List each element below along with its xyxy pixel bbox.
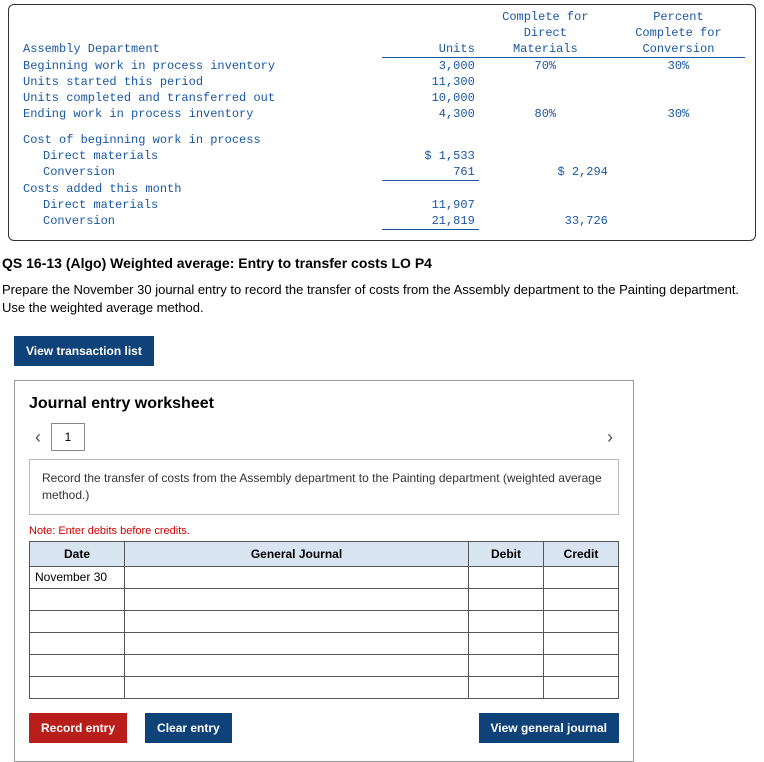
credit-cell[interactable] [544, 610, 619, 632]
table-row: Direct materials $ 1,533 [19, 148, 745, 164]
date-cell[interactable] [30, 676, 125, 698]
col-account: General Journal [125, 541, 469, 566]
account-cell[interactable] [125, 654, 469, 676]
journal-table: Date General Journal Debit Credit Novemb… [29, 541, 619, 699]
hdr-dm-l2: Direct [479, 25, 612, 41]
table-row: Units started this period 11,300 [19, 74, 745, 90]
journal-row [30, 588, 619, 610]
credit-cell[interactable] [544, 654, 619, 676]
assembly-table: Complete for Percent Direct Complete for… [19, 9, 745, 230]
credit-cell[interactable] [544, 566, 619, 588]
table-row: Ending work in process inventory 4,300 8… [19, 106, 745, 122]
section1-title: Assembly Department [19, 41, 382, 58]
account-cell[interactable] [125, 610, 469, 632]
journal-worksheet: Journal entry worksheet ‹ 1 › Record the… [14, 380, 634, 762]
col-credit: Credit [544, 541, 619, 566]
account-cell[interactable] [125, 632, 469, 654]
account-cell[interactable] [125, 588, 469, 610]
section3-title: Costs added this month [19, 181, 382, 197]
account-cell[interactable] [125, 566, 469, 588]
credit-cell[interactable] [544, 632, 619, 654]
view-general-journal-button[interactable]: View general journal [479, 713, 619, 743]
hdr-units: Units [382, 41, 479, 58]
assembly-data-box: Complete for Percent Direct Complete for… [8, 4, 756, 241]
clear-entry-button[interactable]: Clear entry [145, 713, 232, 743]
debits-note: Note: Enter debits before credits. [29, 525, 619, 537]
chevron-left-icon[interactable]: ‹ [29, 427, 47, 448]
credit-cell[interactable] [544, 676, 619, 698]
table-row: Direct materials 11,907 [19, 197, 745, 213]
journal-row: November 30 [30, 566, 619, 588]
account-cell[interactable] [125, 676, 469, 698]
record-entry-button[interactable]: Record entry [29, 713, 127, 743]
journal-row [30, 654, 619, 676]
table-row: Conversion 21,819 33,726 [19, 213, 745, 230]
debit-cell[interactable] [469, 610, 544, 632]
table-row: Conversion 761 $ 2,294 [19, 164, 745, 181]
worksheet-title: Journal entry worksheet [29, 395, 619, 413]
question-title: QS 16-13 (Algo) Weighted average: Entry … [2, 255, 764, 271]
date-cell[interactable]: November 30 [30, 566, 125, 588]
table-row: Units completed and transferred out 10,0… [19, 90, 745, 106]
hdr-dm-l1: Complete for [479, 9, 612, 25]
tab-1[interactable]: 1 [51, 423, 85, 451]
view-transaction-list-button[interactable]: View transaction list [14, 336, 154, 366]
section2-title: Cost of beginning work in process [19, 132, 382, 148]
col-date: Date [30, 541, 125, 566]
debit-cell[interactable] [469, 632, 544, 654]
journal-row [30, 632, 619, 654]
debit-cell[interactable] [469, 588, 544, 610]
question-instructions: Prepare the November 30 journal entry to… [2, 281, 762, 319]
hdr-dm-l3: Materials [479, 41, 612, 58]
journal-row [30, 610, 619, 632]
date-cell[interactable] [30, 654, 125, 676]
debit-cell[interactable] [469, 654, 544, 676]
date-cell[interactable] [30, 588, 125, 610]
debit-cell[interactable] [469, 566, 544, 588]
chevron-right-icon[interactable]: › [601, 427, 619, 448]
col-debit: Debit [469, 541, 544, 566]
hdr-cv-l2: Complete for [612, 25, 745, 41]
journal-row [30, 676, 619, 698]
debit-cell[interactable] [469, 676, 544, 698]
hdr-cv-l1: Percent [612, 9, 745, 25]
date-cell[interactable] [30, 632, 125, 654]
entry-description: Record the transfer of costs from the As… [29, 459, 619, 515]
credit-cell[interactable] [544, 588, 619, 610]
table-row: Beginning work in process inventory 3,00… [19, 58, 745, 75]
date-cell[interactable] [30, 610, 125, 632]
hdr-cv-l3: Conversion [612, 41, 745, 58]
